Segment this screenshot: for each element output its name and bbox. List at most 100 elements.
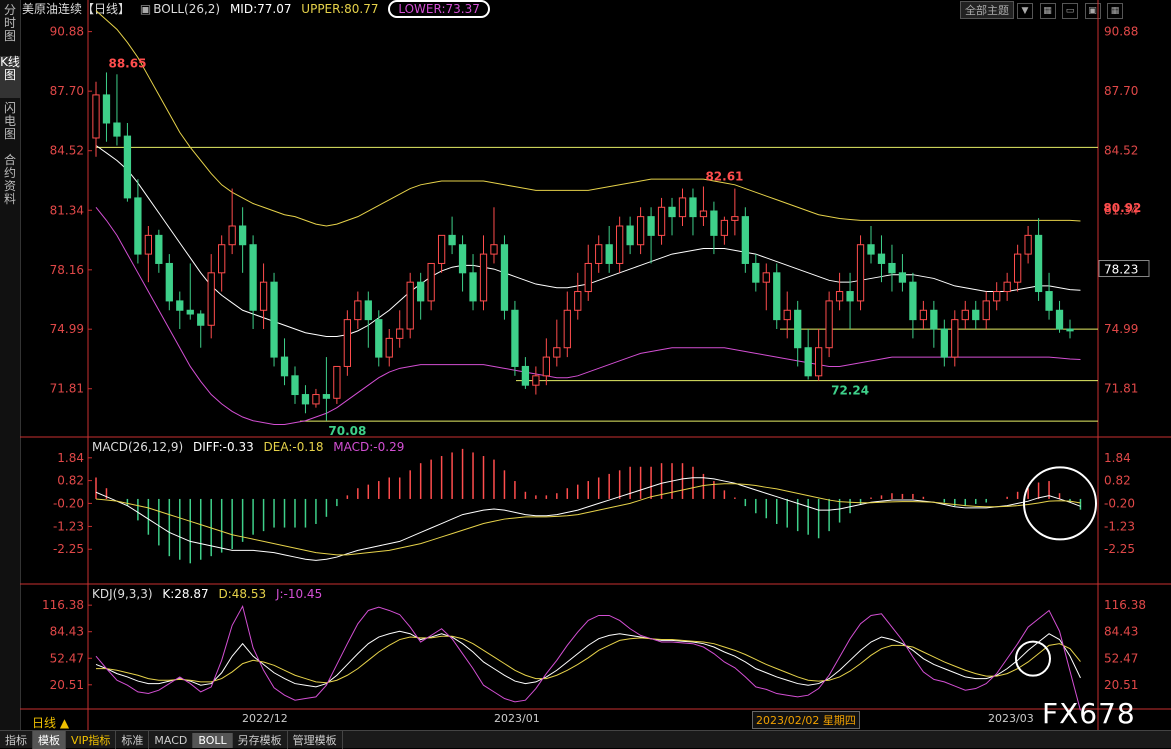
tab-template[interactable]: 模板 xyxy=(33,731,66,749)
candle-body xyxy=(825,300,833,349)
candle-body xyxy=(909,281,917,321)
candle-body xyxy=(176,300,184,311)
tab-indicators[interactable]: 指标 xyxy=(0,731,33,749)
candle-body xyxy=(574,291,582,311)
candle-body xyxy=(605,244,613,264)
kdj-j-line xyxy=(95,604,1081,711)
macd-tick-right: -0.20 xyxy=(1104,496,1135,510)
macd-tick-right: -2.25 xyxy=(1104,542,1135,556)
candle-body xyxy=(794,309,802,349)
candle-body xyxy=(710,210,718,236)
candle-body xyxy=(490,244,498,255)
x-label-mar: 2023/03 xyxy=(988,712,1034,725)
candle-body xyxy=(479,253,488,302)
candle-body xyxy=(930,309,938,330)
macd-tick-left: 0.82 xyxy=(57,474,84,488)
candle-body xyxy=(584,262,592,293)
candle-body xyxy=(1013,253,1022,283)
tab-standard[interactable]: 标准 xyxy=(116,731,150,749)
candle-body xyxy=(1045,291,1053,311)
candle-body xyxy=(762,272,770,283)
price-tick-left: 90.88 xyxy=(50,25,84,39)
kdj-tick-left: 20.51 xyxy=(50,678,84,692)
price-tick-right: 87.70 xyxy=(1104,84,1138,98)
candle-body xyxy=(197,313,205,326)
candle-body xyxy=(280,356,289,377)
chart-canvas[interactable]: 90.88 90.8887.70 87.7084.52 84.5281.34 81.34… xyxy=(0,0,1171,730)
candle-body xyxy=(563,309,571,349)
macd-tick-right: 1.84 xyxy=(1104,451,1131,465)
candle-body xyxy=(92,94,100,139)
candle-body xyxy=(511,309,519,367)
candle-body xyxy=(636,216,645,246)
candle-body xyxy=(888,262,896,274)
price-annotation-72.24: 72.24 xyxy=(831,384,869,398)
candle-body xyxy=(427,262,435,302)
candle-body xyxy=(1066,328,1074,332)
candle-body xyxy=(972,309,980,321)
candle-body xyxy=(301,394,310,405)
candle-body xyxy=(291,375,299,396)
tab-manage-template[interactable]: 管理模板 xyxy=(288,731,343,749)
price-annotation-82.61: 82.61 xyxy=(705,169,743,183)
candle-body xyxy=(553,347,561,358)
candle-body xyxy=(668,206,676,218)
current-price-label: 78.23 xyxy=(1104,263,1138,277)
candle-body xyxy=(134,197,142,255)
candle-body xyxy=(406,281,414,330)
price-tick-left: 81.34 xyxy=(50,203,84,217)
price-tick-left: 71.81 xyxy=(50,382,84,396)
candle-body xyxy=(469,272,477,302)
candle-body xyxy=(783,309,791,321)
candle-body xyxy=(343,319,351,367)
candle-body xyxy=(1055,309,1064,330)
candle-body xyxy=(993,291,1001,302)
macd-tick-left: 1.84 xyxy=(57,451,84,465)
candle-body xyxy=(1024,234,1032,255)
candle-body xyxy=(815,347,823,377)
candle-body xyxy=(396,328,404,339)
tab-boll[interactable]: BOLL xyxy=(193,733,233,748)
candle-body xyxy=(500,244,509,311)
candle-body xyxy=(417,281,425,302)
kdj-tick-left: 84.43 xyxy=(50,625,84,639)
fx678-logo: FX678 xyxy=(1042,697,1136,730)
boll-upper-line xyxy=(95,10,1081,227)
price-tick-right: 71.81 xyxy=(1104,382,1138,396)
candle-body xyxy=(595,244,603,264)
candle-body xyxy=(961,309,969,321)
kdj-tick-left: 52.47 xyxy=(50,651,84,665)
candle-body xyxy=(113,122,121,137)
candle-body xyxy=(647,216,655,236)
kdj-tick-left: 116.38 xyxy=(42,598,84,612)
candle-body xyxy=(846,291,854,302)
tab-vip-indicators[interactable]: VIP指标 xyxy=(66,731,117,749)
candle-body xyxy=(835,291,844,302)
candle-body xyxy=(657,206,666,236)
candle-body xyxy=(165,262,173,302)
candle-body xyxy=(375,319,383,358)
candle-body xyxy=(144,234,153,255)
price-tick-left: 84.52 xyxy=(50,144,84,158)
candle-body xyxy=(322,394,331,399)
kdj-tick-right: 84.43 xyxy=(1104,625,1138,639)
candle-body xyxy=(626,225,634,246)
macd-tick-left: -1.23 xyxy=(53,519,84,533)
candle-body xyxy=(259,281,268,311)
price-tick-left: 78.16 xyxy=(50,263,84,277)
candle-body xyxy=(437,234,446,264)
tab-save-template[interactable]: 另存模板 xyxy=(233,731,288,749)
candle-body xyxy=(458,244,467,274)
kdj-tick-right: 116.38 xyxy=(1104,598,1146,612)
candle-body xyxy=(951,319,959,358)
period-selector[interactable]: 日线 ▲ xyxy=(32,714,69,731)
candle-body xyxy=(731,216,739,221)
price-tick-left: 87.70 xyxy=(50,84,84,98)
price-annotation-70.08: 70.08 xyxy=(328,424,366,438)
candle-body xyxy=(354,300,362,321)
candle-body xyxy=(982,300,990,321)
candle-body xyxy=(532,375,540,386)
macd-tick-left: -0.20 xyxy=(53,496,84,510)
kdj-tick-right: 20.51 xyxy=(1104,678,1138,692)
tab-macd[interactable]: MACD xyxy=(149,733,194,748)
